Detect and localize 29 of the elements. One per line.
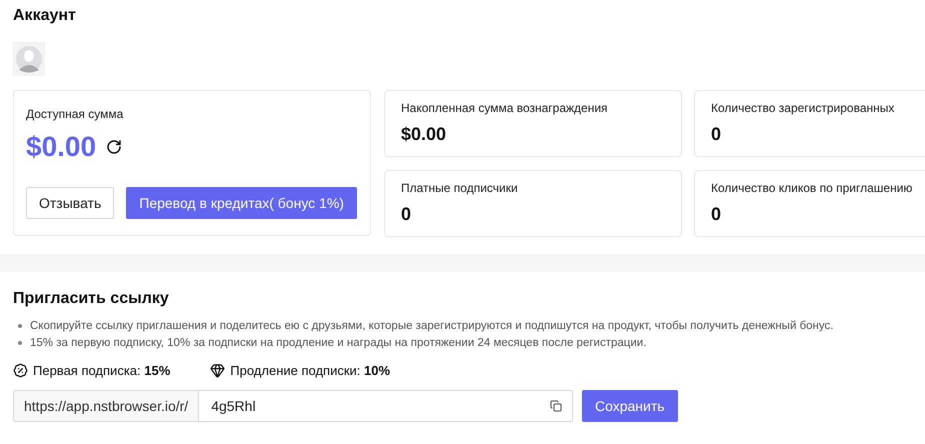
section-title: Пригласить ссылку — [13, 290, 170, 309]
link-prefix: https://app.nstbrowser.io/r/ — [13, 390, 200, 422]
refresh-icon[interactable] — [106, 139, 122, 155]
withdraw-button[interactable]: Отзывать — [26, 187, 114, 219]
avatar-icon — [13, 42, 45, 76]
page-title: Аккаунт — [13, 7, 77, 26]
bullet-icon — [18, 324, 22, 328]
percent-badge-icon — [13, 363, 28, 378]
rate-text: Первая подписка: 15% — [33, 363, 170, 378]
diamond-icon — [210, 363, 226, 378]
referral-code-field[interactable]: 4g5Rhl — [199, 390, 573, 422]
copy-icon[interactable] — [550, 400, 562, 412]
stat-label: Количество кликов по приглашению — [711, 181, 914, 195]
stat-value: $0.00 — [401, 124, 448, 145]
bullet-icon — [18, 341, 22, 345]
note-text: 15% за первую подписку, 10% за подписки на продление и награды на протяжении 24 месяцев после регистрации. — [30, 337, 646, 349]
stat-value: 0 — [711, 124, 722, 145]
transfer-button[interactable]: Перевод в кредитах( бонус 1%) — [126, 187, 357, 219]
save-button[interactable]: Сохранить — [582, 390, 678, 422]
stat-label: Накопленная сумма вознаграждения — [401, 101, 609, 115]
note-text: Скопируйте ссылку приглашения и поделитесь ею с друзьями, которые зарегистрируются и подпишутся на продукт, чтобы получить денежный бонус. — [30, 320, 834, 332]
stat-value: 0 — [401, 204, 412, 225]
balance-label: Доступная сумма — [26, 107, 124, 121]
stat-label: Количество зарегистрированных — [711, 101, 896, 115]
stat-value: 0 — [711, 204, 722, 225]
balance-amount: $0.00 — [26, 131, 96, 163]
rate-text: Продление подписки: 10% — [230, 363, 390, 378]
referral-code-input[interactable]: 4g5Rhl — [209, 397, 550, 415]
stat-label: Платные подписчики — [401, 181, 519, 195]
